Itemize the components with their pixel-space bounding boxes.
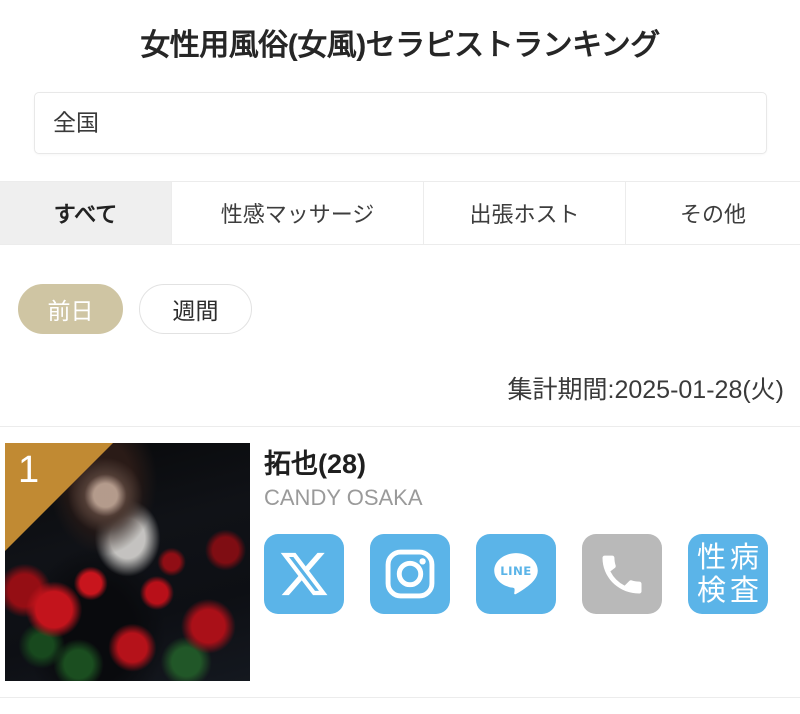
shop-name: CANDY OSAKA (264, 485, 423, 511)
period-filter-group: 前日 週間 (18, 284, 252, 334)
tab-other[interactable]: その他 (626, 182, 800, 244)
therapist-name[interactable]: 拓也(28) (264, 449, 784, 480)
region-select[interactable]: 全国 (34, 92, 767, 154)
instagram-icon (382, 546, 438, 602)
svg-text:LINE: LINE (500, 564, 532, 578)
tab-dispatch-host[interactable]: 出張ホスト (424, 182, 626, 244)
std-test-link[interactable]: 性 病 検 査 (688, 534, 768, 614)
std-char-ken: 検 (696, 573, 726, 607)
list-top-divider (0, 426, 800, 427)
rank-number: 1 (18, 449, 40, 491)
tab-dispatch-host-label: 出張ホスト (469, 202, 580, 227)
tab-other-label: その他 (679, 202, 746, 227)
line-icon: LINE (487, 545, 545, 603)
page-title: 女性用風俗(女風)セラピストランキング (140, 29, 660, 62)
tab-sensual-massage-label: 性感マッサージ (220, 202, 375, 227)
phone-icon (596, 548, 648, 600)
therapist-info: 拓也(28) CANDY OSAKA (264, 449, 784, 510)
line-link[interactable]: LINE (476, 534, 556, 614)
tab-all[interactable]: すべて (0, 182, 172, 244)
std-char-byou: 病 (729, 540, 759, 574)
list-bottom-divider (0, 697, 800, 698)
period-pill-previous-day-label: 前日 (47, 298, 94, 324)
region-select-value: 全国 (53, 109, 99, 136)
period-pill-weekly[interactable]: 週間 (139, 284, 252, 334)
period-pill-previous-day[interactable]: 前日 (18, 284, 123, 334)
ranking-page: 女性用風俗(女風)セラピストランキング 全国 すべて 性感マッサージ 出張ホスト… (0, 0, 800, 714)
aggregate-period-label: 集計期間:2025-01-28(火) (507, 376, 784, 404)
x-twitter-icon (278, 548, 330, 600)
x-twitter-link[interactable] (264, 534, 344, 614)
std-test-icon: 性 病 検 査 (695, 541, 761, 607)
tab-all-label: すべて (53, 202, 118, 227)
therapist-link-row: LINE 性 病 検 査 (264, 534, 768, 614)
phone-link (582, 534, 662, 614)
instagram-link[interactable] (370, 534, 450, 614)
therapist-thumbnail[interactable]: 1 (5, 443, 250, 681)
tab-sensual-massage[interactable]: 性感マッサージ (172, 182, 424, 244)
std-char-sa: 査 (729, 573, 759, 607)
category-tab-bar: すべて 性感マッサージ 出張ホスト その他 (0, 181, 800, 245)
period-pill-weekly-label: 週間 (172, 298, 219, 324)
std-char-sei: 性 (696, 540, 726, 574)
